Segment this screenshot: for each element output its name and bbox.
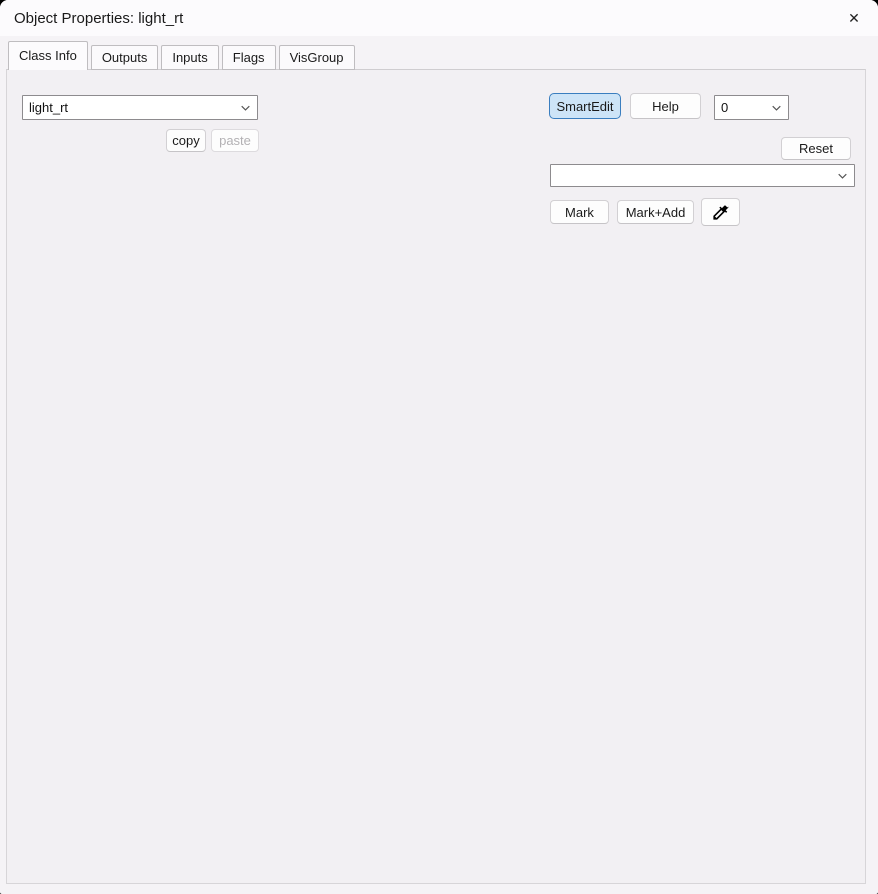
paste-button[interactable]: paste <box>211 129 259 152</box>
mark-add-button[interactable]: Mark+Add <box>617 200 694 224</box>
smartedit-button[interactable]: SmartEdit <box>549 93 621 119</box>
tab-strip: Class Info Outputs Inputs Flags VisGroup <box>8 41 358 70</box>
tab-visgroup[interactable]: VisGroup <box>278 45 355 70</box>
mark-button[interactable]: Mark <box>550 200 609 224</box>
close-icon[interactable]: ✕ <box>834 2 874 34</box>
titlebar: Object Properties: light_rt ✕ <box>0 0 878 36</box>
class-combo[interactable]: light_rt <box>22 95 258 120</box>
keyvalue-filter-combo[interactable] <box>550 164 855 187</box>
tab-class-info[interactable]: Class Info <box>8 41 88 70</box>
help-button[interactable]: Help <box>630 93 701 119</box>
eyedropper-button[interactable] <box>701 198 740 226</box>
chevron-down-icon <box>239 101 252 114</box>
class-combo-value: light_rt <box>29 100 69 115</box>
tab-outputs[interactable]: Outputs <box>90 45 159 70</box>
angles-combo[interactable]: 0 <box>714 95 789 120</box>
tab-flags[interactable]: Flags <box>221 45 276 70</box>
chevron-down-icon <box>836 169 849 182</box>
object-properties-dialog: Object Properties: light_rt ✕ Class Info… <box>0 0 878 894</box>
reset-button[interactable]: Reset <box>781 137 851 160</box>
eyedropper-icon <box>711 203 730 222</box>
chevron-down-icon <box>770 101 783 114</box>
tab-inputs[interactable]: Inputs <box>161 45 219 70</box>
tab-page <box>6 69 866 884</box>
copy-button[interactable]: copy <box>166 129 206 152</box>
dialog-title: Object Properties: light_rt <box>14 10 184 27</box>
angles-combo-value: 0 <box>721 100 729 115</box>
